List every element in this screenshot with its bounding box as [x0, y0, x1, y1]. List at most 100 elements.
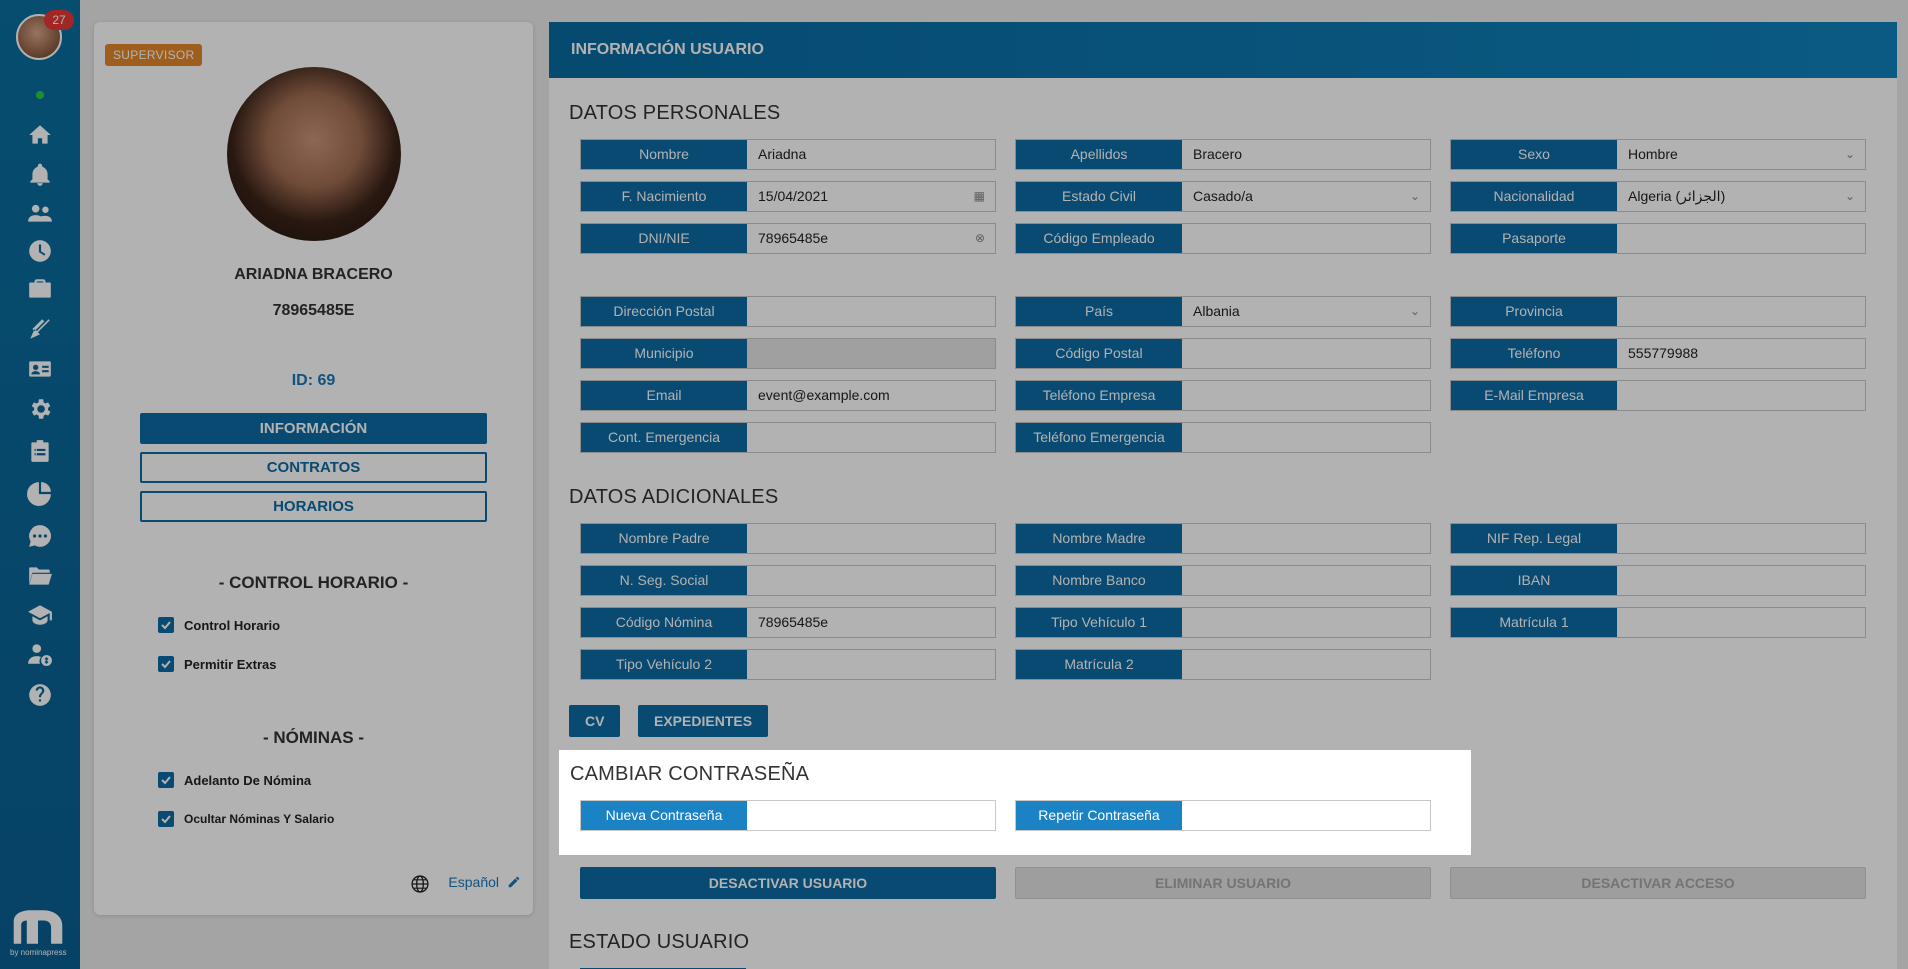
- direccion-input[interactable]: [747, 297, 995, 326]
- telefono-empresa-input[interactable]: [1182, 381, 1430, 410]
- info-tab-button[interactable]: INFORMACIÓN: [140, 413, 487, 444]
- checkbox-checked-icon[interactable]: [158, 772, 174, 788]
- contracts-tab-button[interactable]: CONTRATOS: [140, 452, 487, 483]
- permitir-extras-checkbox-row[interactable]: Permitir Extras: [158, 656, 277, 672]
- cont-emergencia-input[interactable]: [747, 423, 995, 452]
- field-telefono-empresa[interactable]: Teléfono Empresa: [1015, 380, 1431, 411]
- field-dni[interactable]: DNI/NIE 78965485e ⊗: [580, 223, 996, 254]
- control-horario-checkbox-row[interactable]: Control Horario: [158, 617, 280, 633]
- nombre-banco-input[interactable]: [1182, 566, 1430, 595]
- field-nacimiento[interactable]: F. Nacimiento 15/04/2021 ▦: [580, 181, 996, 212]
- field-sexo[interactable]: Sexo Hombre ⌄: [1450, 139, 1866, 170]
- dni-input[interactable]: 78965485e ⊗: [747, 224, 995, 253]
- field-pasaporte[interactable]: Pasaporte: [1450, 223, 1866, 254]
- field-codigo-postal[interactable]: Código Postal: [1015, 338, 1431, 369]
- pasaporte-input[interactable]: [1617, 224, 1865, 253]
- tools-icon[interactable]: [26, 315, 54, 343]
- field-direccion[interactable]: Dirección Postal: [580, 296, 996, 327]
- checkbox-checked-icon[interactable]: [158, 811, 174, 827]
- id-card-icon[interactable]: [26, 355, 54, 383]
- apellidos-input[interactable]: Bracero: [1182, 140, 1430, 169]
- nombre-madre-input[interactable]: [1182, 524, 1430, 553]
- pais-select[interactable]: Albania ⌄: [1182, 297, 1430, 326]
- field-telefono[interactable]: Teléfono 555779988: [1450, 338, 1866, 369]
- field-telefono-emergencia[interactable]: Teléfono Emergencia: [1015, 422, 1431, 453]
- field-nombre-banco[interactable]: Nombre Banco: [1015, 565, 1431, 596]
- user-money-icon[interactable]: [26, 640, 54, 668]
- new-password-input[interactable]: [747, 801, 995, 830]
- field-email-empresa[interactable]: E-Mail Empresa: [1450, 380, 1866, 411]
- expedientes-button[interactable]: EXPEDIENTES: [638, 705, 769, 737]
- field-email[interactable]: Email event@example.com: [580, 380, 996, 411]
- field-pais[interactable]: País Albania ⌄: [1015, 296, 1431, 327]
- field-estado-civil[interactable]: Estado Civil Casado/a ⌄: [1015, 181, 1431, 212]
- checkbox-checked-icon[interactable]: [158, 656, 174, 672]
- telefono-emergencia-input[interactable]: [1182, 423, 1430, 452]
- chat-icon[interactable]: [26, 522, 54, 550]
- telefono-input[interactable]: 555779988: [1617, 339, 1865, 368]
- field-seg-social[interactable]: N. Seg. Social: [580, 565, 996, 596]
- clipboard-icon[interactable]: [26, 437, 54, 465]
- repeat-password-input[interactable]: [1182, 801, 1430, 830]
- field-tipo-vehiculo-1[interactable]: Tipo Vehículo 1: [1015, 607, 1431, 638]
- clock-icon[interactable]: [26, 237, 54, 265]
- folder-icon[interactable]: [26, 562, 54, 590]
- field-nacionalidad[interactable]: Nacionalidad Algeria (الجزائر) ⌄: [1450, 181, 1866, 212]
- field-nombre-padre[interactable]: Nombre Padre: [580, 523, 996, 554]
- language-selector[interactable]: Español: [411, 874, 521, 893]
- field-iban[interactable]: IBAN: [1450, 565, 1866, 596]
- calendar-icon[interactable]: ▦: [974, 182, 985, 211]
- sexo-select[interactable]: Hombre ⌄: [1617, 140, 1865, 169]
- email-empresa-input[interactable]: [1617, 381, 1865, 410]
- field-nueva-contrasena[interactable]: Nueva Contraseña: [580, 800, 996, 831]
- adelanto-nomina-checkbox-row[interactable]: Adelanto De Nómina: [158, 772, 311, 788]
- gear-icon[interactable]: [26, 395, 54, 423]
- codigo-empleado-input[interactable]: [1182, 224, 1430, 253]
- pie-chart-icon[interactable]: [26, 479, 54, 507]
- schedules-tab-button[interactable]: HORARIOS: [140, 491, 487, 522]
- field-matricula-2[interactable]: Matrícula 2: [1015, 649, 1431, 680]
- checkbox-label: Control Horario: [184, 617, 281, 633]
- ocultar-nominas-checkbox-row[interactable]: Ocultar Nóminas Y Salario: [158, 811, 334, 827]
- field-municipio[interactable]: Municipio: [580, 338, 996, 369]
- email-input[interactable]: event@example.com: [747, 381, 995, 410]
- matricula-2-input[interactable]: [1182, 650, 1430, 679]
- nombre-input[interactable]: Ariadna: [747, 140, 995, 169]
- field-nombre-madre[interactable]: Nombre Madre: [1015, 523, 1431, 554]
- bell-icon[interactable]: [26, 161, 54, 189]
- tipo-vehiculo-1-input[interactable]: [1182, 608, 1430, 637]
- codigo-nomina-input[interactable]: 78965485e: [747, 608, 995, 637]
- field-repetir-contrasena[interactable]: Repetir Contraseña: [1015, 800, 1431, 831]
- field-codigo-nomina[interactable]: Código Nómina 78965485e: [580, 607, 996, 638]
- estado-civil-select[interactable]: Casado/a ⌄: [1182, 182, 1430, 211]
- codigo-postal-input[interactable]: [1182, 339, 1430, 368]
- provincia-input[interactable]: [1617, 297, 1865, 326]
- nombre-padre-input[interactable]: [747, 524, 995, 553]
- tipo-vehiculo-2-input[interactable]: [747, 650, 995, 679]
- help-icon[interactable]: [26, 681, 54, 709]
- iban-input[interactable]: [1617, 566, 1865, 595]
- home-icon[interactable]: [26, 121, 54, 149]
- nacimiento-input[interactable]: 15/04/2021 ▦: [747, 182, 995, 211]
- deactivate-user-button[interactable]: DESACTIVAR USUARIO: [580, 867, 996, 899]
- graduation-cap-icon[interactable]: [26, 601, 54, 629]
- nacionalidad-select[interactable]: Algeria (الجزائر) ⌄: [1617, 182, 1865, 211]
- nif-rep-input[interactable]: [1617, 524, 1865, 553]
- clear-icon[interactable]: ⊗: [975, 224, 985, 253]
- briefcase-icon[interactable]: [26, 275, 54, 303]
- checkbox-checked-icon[interactable]: [158, 617, 174, 633]
- field-tipo-vehiculo-2[interactable]: Tipo Vehículo 2: [580, 649, 996, 680]
- field-codigo-empleado[interactable]: Código Empleado: [1015, 223, 1431, 254]
- matricula-1-input[interactable]: [1617, 608, 1865, 637]
- field-nombre[interactable]: Nombre Ariadna: [580, 139, 996, 170]
- field-provincia[interactable]: Provincia: [1450, 296, 1866, 327]
- field-apellidos[interactable]: Apellidos Bracero: [1015, 139, 1431, 170]
- users-icon[interactable]: [26, 199, 54, 227]
- delete-user-button: ELIMINAR USUARIO: [1015, 867, 1431, 899]
- field-nif-rep[interactable]: NIF Rep. Legal: [1450, 523, 1866, 554]
- pencil-icon[interactable]: [507, 875, 521, 889]
- seg-social-input[interactable]: [747, 566, 995, 595]
- field-cont-emergencia[interactable]: Cont. Emergencia: [580, 422, 996, 453]
- field-matricula-1[interactable]: Matrícula 1: [1450, 607, 1866, 638]
- cv-button[interactable]: CV: [569, 705, 621, 737]
